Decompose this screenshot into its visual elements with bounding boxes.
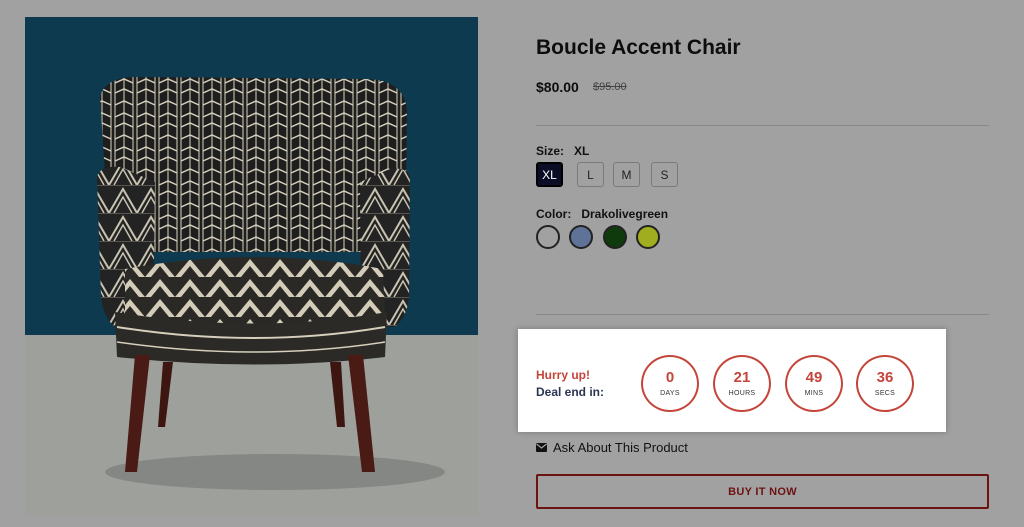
countdown-panel: Hurry up! Deal end in: 0 DAYS 21 HOURS 4… <box>518 329 946 432</box>
size-selected-value: XL <box>574 144 590 158</box>
countdown-days-label: DAYS <box>660 390 680 398</box>
color-swatch-black[interactable] <box>536 225 560 249</box>
deal-end-text: Deal end in: <box>536 385 605 399</box>
color-swatch-lime[interactable] <box>636 225 660 249</box>
countdown-mins-label: MINS <box>804 390 824 398</box>
size-label-text: Size: <box>536 144 565 158</box>
color-swatch-blue[interactable] <box>569 225 593 249</box>
size-option-l[interactable]: L <box>577 162 604 187</box>
size-option-s[interactable]: S <box>651 162 678 187</box>
ask-about-product-link[interactable]: Ask About This Product <box>536 440 688 455</box>
size-label: Size: XL <box>536 144 589 158</box>
countdown-mins-value: 49 <box>805 368 823 386</box>
size-option-m[interactable]: M <box>613 162 640 187</box>
countdown-secs-label: SECS <box>874 390 896 398</box>
countdown-hours-label: HOURS <box>728 390 756 398</box>
size-option-xl[interactable]: XL <box>536 162 563 187</box>
countdown-secs: 36 SECS <box>856 355 914 412</box>
divider <box>536 314 989 315</box>
countdown-days: 0 DAYS <box>641 355 699 412</box>
envelope-icon <box>536 443 547 452</box>
countdown-secs-value: 36 <box>876 368 894 386</box>
divider <box>536 125 989 126</box>
countdown-hours: 21 HOURS <box>713 355 771 412</box>
product-old-price: $95.00 <box>593 81 627 93</box>
countdown-days-value: 0 <box>665 368 675 386</box>
color-swatch-drakolivegreen[interactable] <box>603 225 627 249</box>
color-label-text: Color: <box>536 207 572 221</box>
color-label: Color: Drakolivegreen <box>536 207 668 221</box>
product-price: $80.00 <box>536 79 579 95</box>
hurry-up-text: Hurry up! <box>536 368 590 382</box>
product-image <box>25 17 478 515</box>
countdown-hours-value: 21 <box>733 368 751 386</box>
color-selected-value: Drakolivegreen <box>581 207 669 221</box>
countdown-mins: 49 MINS <box>785 355 843 412</box>
product-title: Boucle Accent Chair <box>536 36 741 59</box>
buy-it-now-button[interactable]: BUY IT NOW <box>536 474 989 509</box>
ask-about-product-label: Ask About This Product <box>553 440 688 455</box>
